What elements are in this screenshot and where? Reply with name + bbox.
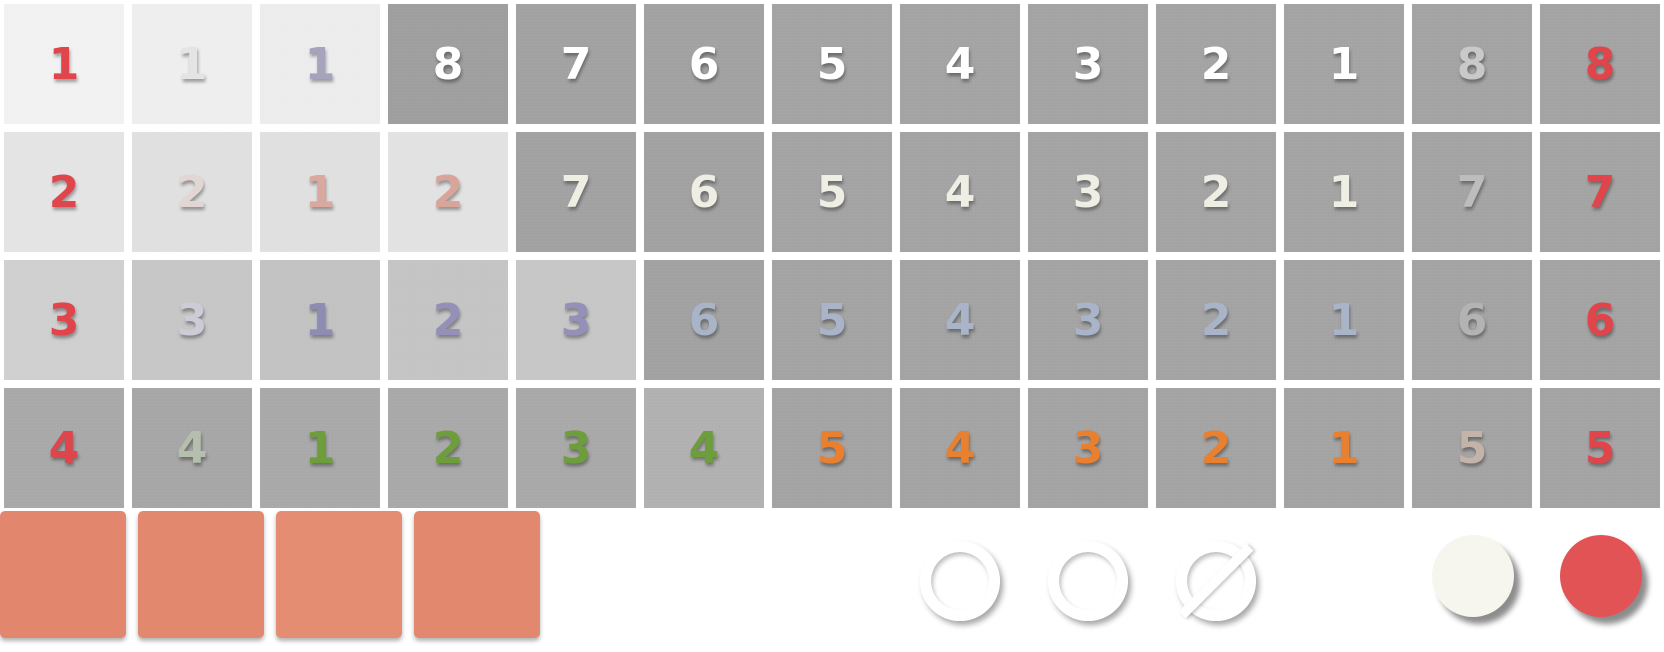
number-cell[interactable]: 3 (4, 260, 124, 380)
number-cell[interactable]: 5 (772, 388, 892, 508)
number-cell[interactable]: 3 (1028, 388, 1148, 508)
number-cell[interactable]: 8 (1412, 4, 1532, 124)
number-cell[interactable]: 3 (1028, 4, 1148, 124)
number-cell[interactable]: 4 (644, 388, 764, 508)
number-cell[interactable]: 1 (1284, 388, 1404, 508)
ring-icon[interactable] (920, 541, 1000, 621)
number-cell[interactable]: 4 (900, 260, 1020, 380)
ring-icon[interactable] (1048, 541, 1128, 621)
number-cell[interactable]: 8 (1540, 4, 1660, 124)
number-cell[interactable]: 4 (900, 388, 1020, 508)
number-cell[interactable]: 1 (260, 4, 380, 124)
number-cell[interactable]: 2 (4, 132, 124, 252)
number-cell[interactable]: 4 (4, 388, 124, 508)
number-cell[interactable]: 3 (516, 260, 636, 380)
board-row: 4412345432155 (4, 388, 1664, 508)
number-cell[interactable]: 1 (260, 388, 380, 508)
number-cell[interactable]: 1 (1284, 4, 1404, 124)
number-cell[interactable]: 6 (1412, 260, 1532, 380)
number-cell[interactable]: 1 (132, 4, 252, 124)
number-cell[interactable]: 3 (132, 260, 252, 380)
number-cell[interactable]: 4 (900, 132, 1020, 252)
number-cell[interactable]: 4 (132, 388, 252, 508)
number-cell[interactable]: 8 (388, 4, 508, 124)
number-cell[interactable]: 1 (1284, 132, 1404, 252)
number-cell[interactable]: 2 (388, 260, 508, 380)
number-cell[interactable]: 5 (772, 260, 892, 380)
ring-slash-icon[interactable] (1176, 541, 1256, 621)
number-cell[interactable]: 1 (4, 4, 124, 124)
number-cell[interactable]: 2 (1156, 4, 1276, 124)
number-cell[interactable]: 7 (1540, 132, 1660, 252)
number-cell[interactable]: 7 (516, 132, 636, 252)
number-cell[interactable]: 4 (900, 4, 1020, 124)
red-circle-icon[interactable] (1560, 535, 1642, 617)
number-cell[interactable]: 2 (1156, 388, 1276, 508)
number-cell[interactable]: 6 (644, 132, 764, 252)
color-tile-2[interactable] (138, 511, 264, 638)
board-row: 3312365432166 (4, 260, 1664, 380)
number-cell[interactable]: 2 (388, 132, 508, 252)
number-cell[interactable]: 2 (1156, 132, 1276, 252)
cream-circle-icon[interactable] (1432, 535, 1514, 617)
number-cell[interactable]: 5 (772, 4, 892, 124)
number-cell[interactable]: 5 (1540, 388, 1660, 508)
number-cell[interactable]: 5 (1412, 388, 1532, 508)
number-cell[interactable]: 7 (1412, 132, 1532, 252)
number-cell[interactable]: 2 (132, 132, 252, 252)
number-cell[interactable]: 3 (516, 388, 636, 508)
number-cell[interactable]: 1 (260, 260, 380, 380)
number-cell[interactable]: 2 (388, 388, 508, 508)
number-cell[interactable]: 5 (772, 132, 892, 252)
number-cell[interactable]: 6 (1540, 260, 1660, 380)
number-cell[interactable]: 6 (644, 260, 764, 380)
number-cell[interactable]: 6 (644, 4, 764, 124)
number-cell[interactable]: 2 (1156, 260, 1276, 380)
color-tile-1[interactable] (0, 511, 126, 638)
slash-mark (1178, 543, 1254, 619)
number-cell[interactable]: 3 (1028, 132, 1148, 252)
number-cell[interactable]: 1 (260, 132, 380, 252)
number-cell[interactable]: 7 (516, 4, 636, 124)
number-cell[interactable]: 1 (1284, 260, 1404, 380)
bottom-bar (0, 511, 1664, 652)
color-tile-4[interactable] (414, 511, 540, 638)
board-row: 2212765432177 (4, 132, 1664, 252)
number-cell[interactable]: 3 (1028, 260, 1148, 380)
board-row: 1118765432188 (4, 4, 1664, 124)
color-tile-3[interactable] (276, 511, 402, 638)
